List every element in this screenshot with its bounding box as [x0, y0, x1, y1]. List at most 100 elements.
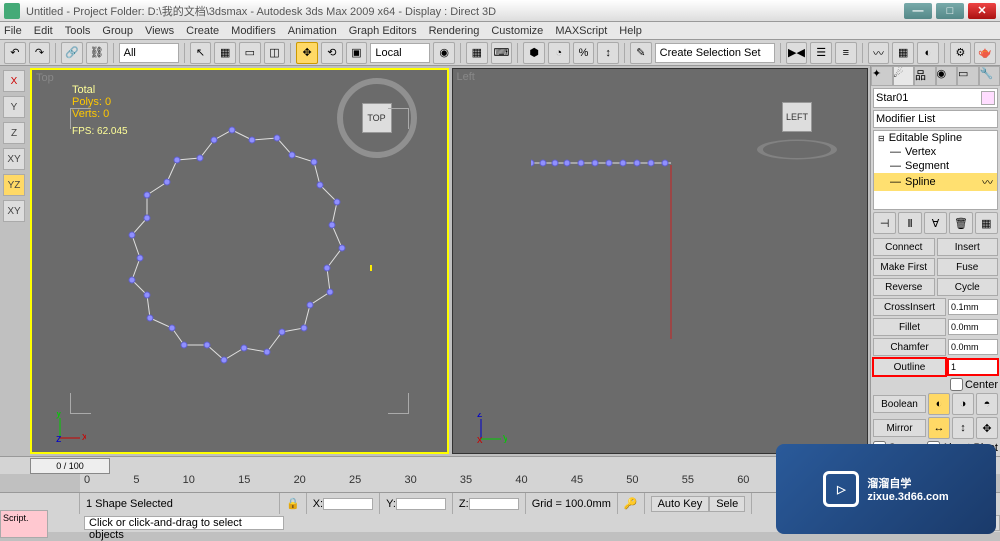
configure-sets-button[interactable]: ▦ — [975, 212, 998, 234]
select-rect-button[interactable]: ▭ — [239, 42, 261, 64]
viewcube-left[interactable]: LEFT — [757, 77, 837, 157]
mirror-v-icon[interactable]: ↕ — [952, 417, 974, 439]
make-unique-button[interactable]: ∀ — [924, 212, 947, 234]
stack-vertex[interactable]: —Vertex — [874, 145, 997, 159]
crossinsert-value[interactable]: 0.1mm — [948, 299, 998, 315]
chamfer-button[interactable]: Chamfer — [873, 338, 946, 356]
pin-stack-button[interactable]: ⊣ — [873, 212, 896, 234]
viewport-top[interactable]: Top Total Polys: 0 Verts: 0 FPS: 62.045 … — [30, 68, 449, 454]
select-window-button[interactable]: ◫ — [264, 42, 286, 64]
link-button[interactable]: 🔗 — [61, 42, 83, 64]
menu-maxscript[interactable]: MAXScript — [555, 25, 607, 37]
axis-y-button[interactable]: Y — [3, 96, 25, 118]
scale-button[interactable]: ▣ — [346, 42, 368, 64]
move-button[interactable]: ✥ — [296, 42, 318, 64]
close-button[interactable]: ✕ — [968, 3, 996, 19]
render-button[interactable]: 🫖 — [974, 42, 996, 64]
menu-views[interactable]: Views — [145, 25, 174, 37]
align-button[interactable]: ☰ — [810, 42, 832, 64]
axis-xy2-button[interactable]: XY — [3, 200, 25, 222]
menu-animation[interactable]: Animation — [288, 25, 337, 37]
layers-button[interactable]: ≡ — [835, 42, 857, 64]
spinner-snap-button[interactable]: ↕ — [597, 42, 619, 64]
key-icon[interactable]: 🔑 — [618, 493, 645, 514]
named-selection-sets[interactable]: Create Selection Set — [655, 43, 775, 63]
menu-customize[interactable]: Customize — [491, 25, 543, 37]
bool-int-icon[interactable]: ◓ — [976, 393, 998, 415]
selected-button[interactable]: Sele — [709, 496, 745, 512]
menu-rendering[interactable]: Rendering — [429, 25, 480, 37]
menu-group[interactable]: Group — [102, 25, 133, 37]
material-editor-button[interactable]: ◐ — [917, 42, 939, 64]
create-tab[interactable]: ✦ — [871, 66, 893, 86]
fillet-value[interactable]: 0.0mm — [948, 319, 998, 335]
schematic-button[interactable]: ▦ — [892, 42, 914, 64]
modify-tab[interactable]: ☄ — [893, 66, 915, 86]
modifier-stack[interactable]: ⊟Editable Spline —Vertex —Segment —Splin… — [873, 130, 998, 210]
display-tab[interactable]: ▭ — [957, 66, 979, 86]
angle-snap-button[interactable]: ◔ — [548, 42, 570, 64]
axis-xy-button[interactable]: XY — [3, 148, 25, 170]
bool-sub-icon[interactable]: ◑ — [952, 393, 974, 415]
ref-coord-system[interactable]: Local — [370, 43, 430, 63]
mirror-spline-button[interactable]: Mirror — [873, 419, 926, 437]
snap-button[interactable]: ⬢ — [523, 42, 545, 64]
reverse-button[interactable]: Reverse — [873, 278, 935, 296]
script-listener[interactable]: Script. — [0, 510, 48, 538]
crossinsert-button[interactable]: CrossInsert — [873, 298, 946, 316]
curve-editor-button[interactable]: 〰 — [868, 42, 890, 64]
fillet-button[interactable]: Fillet — [873, 318, 946, 336]
insert-button[interactable]: Insert — [937, 238, 999, 256]
minimize-button[interactable]: — — [904, 3, 932, 19]
bool-union-icon[interactable]: ◐ — [928, 393, 950, 415]
menu-file[interactable]: File — [4, 25, 22, 37]
stack-editable-spline[interactable]: ⊟Editable Spline — [874, 131, 997, 145]
object-name-field[interactable]: Star01 — [873, 88, 998, 108]
keyboard-button[interactable]: ⌨ — [491, 42, 513, 64]
stack-segment[interactable]: —Segment — [874, 159, 997, 173]
show-end-result-button[interactable]: Ⅱ — [898, 212, 921, 234]
viewport-left[interactable]: Left LEFT z y x — [452, 68, 869, 454]
outline-button[interactable]: Outline — [873, 358, 946, 376]
menu-modifiers[interactable]: Modifiers — [231, 25, 276, 37]
transform-lock-icon[interactable]: 🔒 — [280, 493, 307, 514]
axis-yz-button[interactable]: YZ — [3, 174, 25, 196]
center-checkbox[interactable]: Center — [950, 378, 998, 391]
manipulate-button[interactable]: ▦ — [466, 42, 488, 64]
menu-grapheditors[interactable]: Graph Editors — [349, 25, 417, 37]
named-sets-edit-button[interactable]: ✎ — [630, 42, 652, 64]
select-name-button[interactable]: ▦ — [214, 42, 236, 64]
menu-help[interactable]: Help — [619, 25, 642, 37]
boolean-button[interactable]: Boolean — [873, 395, 926, 413]
remove-modifier-button[interactable]: 🗑 — [949, 212, 972, 234]
cycle-button[interactable]: Cycle — [937, 278, 999, 296]
menu-tools[interactable]: Tools — [65, 25, 91, 37]
outline-value[interactable]: 1 — [948, 359, 998, 375]
selection-filter[interactable]: All — [119, 43, 179, 63]
fuse-button[interactable]: Fuse — [937, 258, 999, 276]
stack-spline[interactable]: —Spline〰 — [874, 173, 997, 191]
unlink-button[interactable]: ⛓ — [86, 42, 108, 64]
mirror-both-icon[interactable]: ✥ — [976, 417, 998, 439]
utilities-tab[interactable]: 🔧 — [979, 66, 1000, 86]
rotate-button[interactable]: ⟲ — [321, 42, 343, 64]
connect-button[interactable]: Connect — [873, 238, 935, 256]
transform-y-input[interactable] — [396, 498, 446, 510]
motion-tab[interactable]: ◉ — [936, 66, 958, 86]
mirror-h-icon[interactable]: ↔ — [928, 417, 950, 439]
percent-snap-button[interactable]: % — [573, 42, 595, 64]
modifier-list-dropdown[interactable]: Modifier List — [873, 110, 998, 128]
hierarchy-tab[interactable]: 品 — [914, 66, 936, 86]
menu-edit[interactable]: Edit — [34, 25, 53, 37]
undo-button[interactable]: ↶ — [4, 42, 26, 64]
transform-z-input[interactable] — [469, 498, 519, 510]
autokey-button[interactable]: Auto Key — [651, 496, 710, 512]
select-button[interactable]: ↖ — [190, 42, 212, 64]
transform-x-input[interactable] — [323, 498, 373, 510]
axis-z-button[interactable]: Z — [3, 122, 25, 144]
axis-x-button[interactable]: X — [3, 70, 25, 92]
makefirst-button[interactable]: Make First — [873, 258, 935, 276]
maximize-button[interactable]: □ — [936, 3, 964, 19]
time-slider[interactable]: 0 / 100 — [30, 458, 110, 474]
redo-button[interactable]: ↷ — [29, 42, 51, 64]
